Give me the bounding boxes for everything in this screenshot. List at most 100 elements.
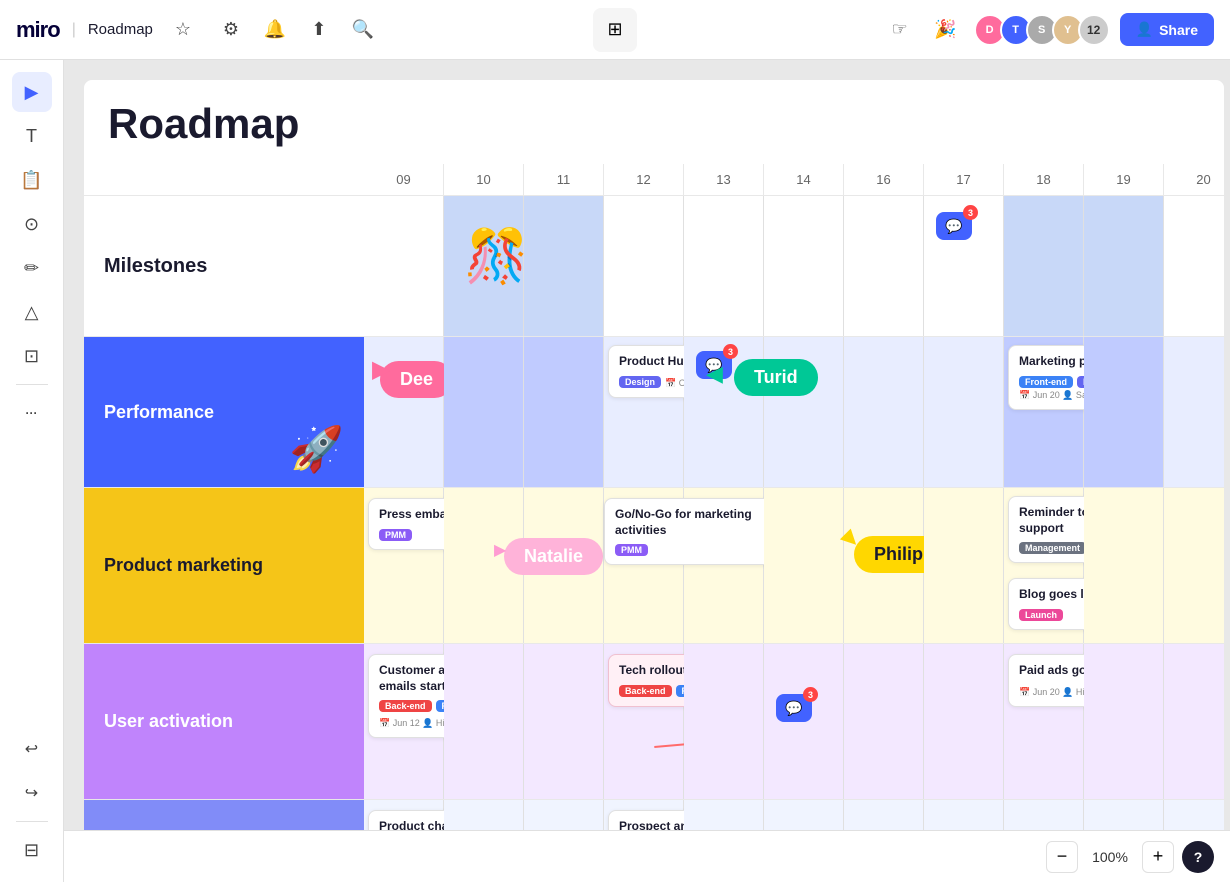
star-button[interactable]: ☆: [165, 12, 201, 48]
more-tools[interactable]: ···: [12, 393, 52, 433]
cell-m-13: [684, 196, 764, 336]
card-go-no-go-title: Go/No-Go for marketing activities: [615, 507, 768, 538]
col-09: 09: [364, 164, 444, 195]
lasso-tool[interactable]: ⊙: [12, 204, 52, 244]
search-icon[interactable]: 🔍: [345, 12, 381, 48]
cell-pi-14: [764, 800, 844, 830]
help-button[interactable]: ?: [1182, 841, 1214, 873]
row-milestones: Milestones 🎊 💬 3: [84, 196, 1224, 337]
col-12: 12: [604, 164, 684, 195]
cell-pi-20: [1164, 800, 1224, 830]
cell-m-11: [524, 196, 604, 336]
toolbar-divider: [16, 384, 48, 385]
turid-sticker: Turid: [734, 359, 818, 396]
cell-p-10: [444, 337, 524, 487]
col-14: 14: [764, 164, 844, 195]
cell-m-19: [1084, 196, 1164, 336]
cell-mk-14: [764, 488, 844, 643]
cell-pi-18: [1004, 800, 1084, 830]
pointer-icon[interactable]: ☞: [882, 12, 918, 48]
cell-p-16: [844, 337, 924, 487]
dee-sticker: Dee: [380, 361, 453, 398]
sticky-note-tool[interactable]: 📋: [12, 160, 52, 200]
cell-pi-19: [1084, 800, 1164, 830]
undo-button[interactable]: ↩: [12, 729, 52, 769]
cell-m-09: [364, 196, 444, 336]
cell-ua-09: Customer announcement emails start to go…: [364, 644, 444, 799]
frame-tool[interactable]: ⊡: [12, 336, 52, 376]
cell-pi-09: Product changes post goes live Front-end…: [364, 800, 444, 830]
tag-launch: Launch: [1019, 609, 1063, 621]
cell-pi-16: [844, 800, 924, 830]
left-toolbar: ▶ T 📋 ⊙ ✏ △ ⊡ ··· ↩ ↪ ⊟: [0, 60, 64, 882]
natalie-sticker: Natalie: [504, 538, 603, 575]
panel-toggle[interactable]: ⊟: [12, 830, 52, 870]
cell-pi-12: Prospect announcement 🤩 Acquisition Comm…: [604, 800, 684, 830]
settings-icon[interactable]: ⚙: [213, 12, 249, 48]
zoom-out-button[interactable]: −: [1046, 841, 1078, 873]
tag-backend: Back-end: [379, 700, 432, 712]
tag-pmm: PMM: [379, 529, 412, 541]
col-13: 13: [684, 164, 764, 195]
text-tool[interactable]: T: [12, 116, 52, 156]
pen-tool[interactable]: ✏: [12, 248, 52, 288]
col-headers: 09 10 11 12 13 14 16 17 18 19 20: [84, 164, 1224, 196]
cell-ua-20: [1164, 644, 1224, 799]
cell-p-11: [524, 337, 604, 487]
row-activation: User activation Customer announcement em…: [84, 644, 1224, 800]
milestones-content: 🎊 💬 3: [364, 196, 1224, 336]
notification-icon[interactable]: 🔔: [257, 12, 293, 48]
cell-ua-16: [844, 644, 924, 799]
comment-badge-activation[interactable]: 💬 3: [776, 694, 812, 722]
topbar-icons: ⚙ 🔔 ⬆ 🔍: [213, 12, 381, 48]
cell-p-19: [1084, 337, 1164, 487]
comment-badge-milestone[interactable]: 💬 3: [936, 212, 972, 240]
cell-ua-14: 💬 3: [764, 644, 844, 799]
cell-p-09: Dee ▶: [364, 337, 444, 487]
zoom-in-button[interactable]: +: [1142, 841, 1174, 873]
canvas-area: Roadmap 09 10 11 12 13 14 16 17 18 19 20…: [64, 60, 1230, 830]
cell-pi-10: [444, 800, 524, 830]
card-go-no-go-tags: PMM: [615, 544, 768, 556]
cell-mk-18: Reminder to sales and support Management…: [1004, 488, 1084, 643]
row-label-performance: Performance 🚀: [84, 337, 364, 487]
turid-arrow: ▶: [706, 361, 723, 387]
cell-p-20: [1164, 337, 1224, 487]
board: Roadmap 09 10 11 12 13 14 16 17 18 19 20…: [84, 80, 1224, 830]
tag-pmm-2: PMM: [615, 544, 648, 556]
row-label-milestones: Milestones: [84, 196, 364, 336]
topbar-right: ☞ 🎉 D T S Y 12 👤 Share: [637, 12, 1214, 48]
tag-backend-2: Back-end: [619, 685, 672, 697]
share-button[interactable]: 👤 Share: [1120, 13, 1214, 46]
celebration-sticker: 🎊: [464, 226, 529, 287]
row-label-integrations: Product Integrations: [84, 800, 364, 830]
row-integrations: Product Integrations Product changes pos…: [84, 800, 1224, 830]
redo-button[interactable]: ↪: [12, 773, 52, 813]
share-icon: 👤: [1136, 21, 1153, 38]
col-20: 20: [1164, 164, 1224, 195]
confetti-icon[interactable]: 🎉: [928, 12, 964, 48]
topbar-center: ⊞: [593, 8, 637, 52]
cell-mk-11: Natalie ▶: [524, 488, 604, 643]
tag-management: Management: [1019, 542, 1086, 554]
cell-m-14: [764, 196, 844, 336]
upload-icon[interactable]: ⬆: [301, 12, 337, 48]
topbar: miro | Roadmap ☆ ⚙ 🔔 ⬆ 🔍 ⊞ ☞ 🎉 D T S Y 1…: [0, 0, 1230, 60]
col-17: 17: [924, 164, 1004, 195]
shape-tool[interactable]: △: [12, 292, 52, 332]
cell-ua-11: [524, 644, 604, 799]
row-performance: Performance 🚀 Dee ▶ Product Hunt goes li…: [84, 337, 1224, 488]
toolbar-divider-2: [16, 821, 48, 822]
cell-ua-17: [924, 644, 1004, 799]
card-go-no-go[interactable]: Go/No-Go for marketing activities PMM: [604, 498, 779, 565]
grid-button[interactable]: ⊞: [593, 8, 637, 52]
col-16: 16: [844, 164, 924, 195]
cell-m-20: [1164, 196, 1224, 336]
miro-logo: miro: [16, 17, 60, 43]
cell-ua-12: Tech rollout starts Back-end Front-end 📅…: [604, 644, 684, 799]
cell-m-17: 💬 3: [924, 196, 1004, 336]
cell-m-10: 🎊: [444, 196, 524, 336]
cell-ua-19: [1084, 644, 1164, 799]
cursor-tool[interactable]: ▶: [12, 72, 52, 112]
board-title: Roadmap: [84, 80, 1224, 164]
